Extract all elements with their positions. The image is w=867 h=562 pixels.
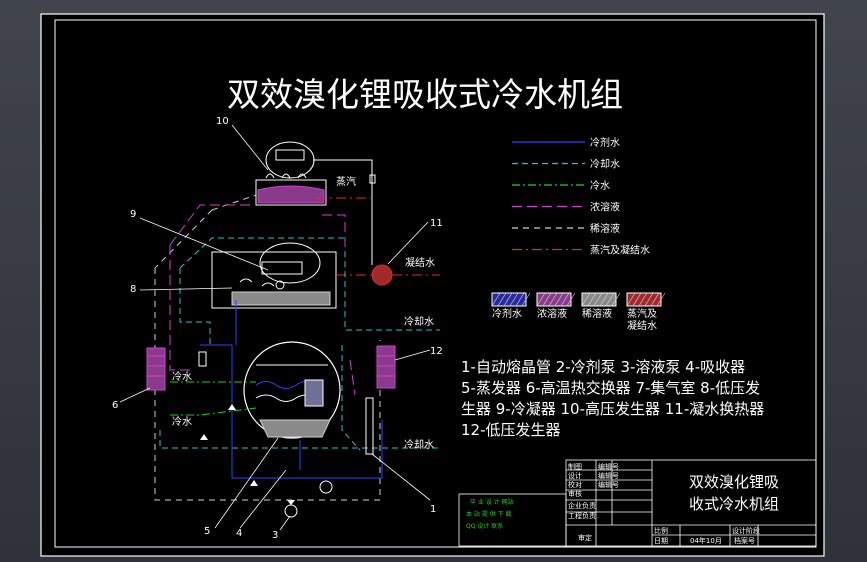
legend-swatch-label: 蒸汽及 xyxy=(627,307,657,320)
cad-window: 双效溴化锂吸收式冷水机组 10 9 8 11 12 6 5 4 3 1 蒸汽 凝… xyxy=(0,0,867,562)
cad-drawing: 双效溴化锂吸收式冷水机组 10 9 8 11 12 6 5 4 3 1 蒸汽 凝… xyxy=(40,13,825,557)
callout-8: 8 xyxy=(130,284,136,295)
legend-swatch-label: 稀溶液 xyxy=(582,307,612,320)
tb-name-2: 编辑号 xyxy=(598,480,619,489)
legend-line-label: 稀溶液 xyxy=(590,222,620,235)
callout-11: 11 xyxy=(430,218,443,229)
tb-role-2: 校对 xyxy=(568,480,582,489)
low-pressure-generator-exchanger xyxy=(376,345,396,389)
drawing-name-line2: 收式冷水机组 xyxy=(689,495,779,513)
tb-role-3: 审核 xyxy=(568,489,582,498)
drawing-name-line1: 双效溴化锂吸 xyxy=(689,473,779,491)
legend-line-label: 浓溶液 xyxy=(590,201,620,214)
tb-footer-scale: 比例 xyxy=(654,526,668,535)
tb-name-0: 编辑号 xyxy=(598,462,619,471)
stamp-line-2: 本 站 提 供 下 载 xyxy=(466,510,512,518)
condensate-heat-exchanger xyxy=(371,264,393,286)
callout-4: 4 xyxy=(236,528,242,539)
stamp-line-3: QQ 设计 联系 xyxy=(466,522,503,530)
callout-10: 10 xyxy=(216,116,229,127)
cooling-water-label-2: 冷却水 xyxy=(404,438,434,451)
cooling-water-label-1: 冷却水 xyxy=(404,315,434,328)
callout-6: 6 xyxy=(112,400,118,411)
component-line-4: 12-低压发生器 xyxy=(461,421,561,439)
legend-swatch-label: 冷剂水 xyxy=(492,307,522,320)
component-line-2: 5-蒸发器 6-高温热交换器 7-集气室 8-低压发 xyxy=(461,379,760,397)
legend-swatch-label-line2: 凝结水 xyxy=(627,319,657,332)
legend-swatch xyxy=(491,292,527,307)
tb-role-4: 企业负责 xyxy=(568,501,596,510)
component-line-1: 1-自动熔晶管 2-冷剂泵 3-溶液泵 4-吸收器 xyxy=(461,358,745,376)
tb-role-0: 制图 xyxy=(568,462,582,471)
tb-role-6: 审定 xyxy=(578,533,592,542)
tb-footer-date-value: 04年10月 xyxy=(690,536,722,545)
tb-footer-archive: 档案号 xyxy=(734,536,755,545)
legend-line-label: 冷却水 xyxy=(590,158,620,171)
callout-9: 9 xyxy=(130,209,136,220)
legend-swatch-label: 浓溶液 xyxy=(537,307,567,320)
callout-5: 5 xyxy=(204,526,210,537)
tb-role-5: 工程负责 xyxy=(568,511,596,520)
tb-role-1: 设计 xyxy=(568,471,582,480)
legend-swatch xyxy=(626,292,662,307)
legend-line-label: 蒸汽及凝结水 xyxy=(590,244,650,257)
callout-12: 12 xyxy=(430,346,443,357)
legend-line-label: 冷剂水 xyxy=(590,136,620,149)
diagram-title: 双效溴化锂吸收式冷水机组 xyxy=(227,75,623,114)
legend-line-label: 冷水 xyxy=(590,179,610,192)
stamp-line-1: 毕 业 设 计 网站 xyxy=(470,498,514,506)
tb-footer-stage: 设计阶段 xyxy=(732,526,760,535)
chilled-water-label-1: 冷水 xyxy=(172,370,192,383)
chilled-water-label-2: 冷水 xyxy=(172,415,192,428)
callout-3: 3 xyxy=(272,530,278,541)
high-temperature-heat-exchanger xyxy=(146,347,166,391)
component-line-3: 生器 9-冷凝器 10-高压发生器 11-凝水换热器 xyxy=(461,400,764,418)
tb-name-1: 编辑号 xyxy=(598,471,619,480)
legend-swatch xyxy=(536,292,572,307)
callout-1: 1 xyxy=(430,504,436,515)
condensate-label: 凝结水 xyxy=(405,256,435,269)
steam-label: 蒸汽 xyxy=(336,175,356,188)
legend-swatch xyxy=(581,292,617,307)
tb-footer-date: 日期 xyxy=(654,537,668,545)
